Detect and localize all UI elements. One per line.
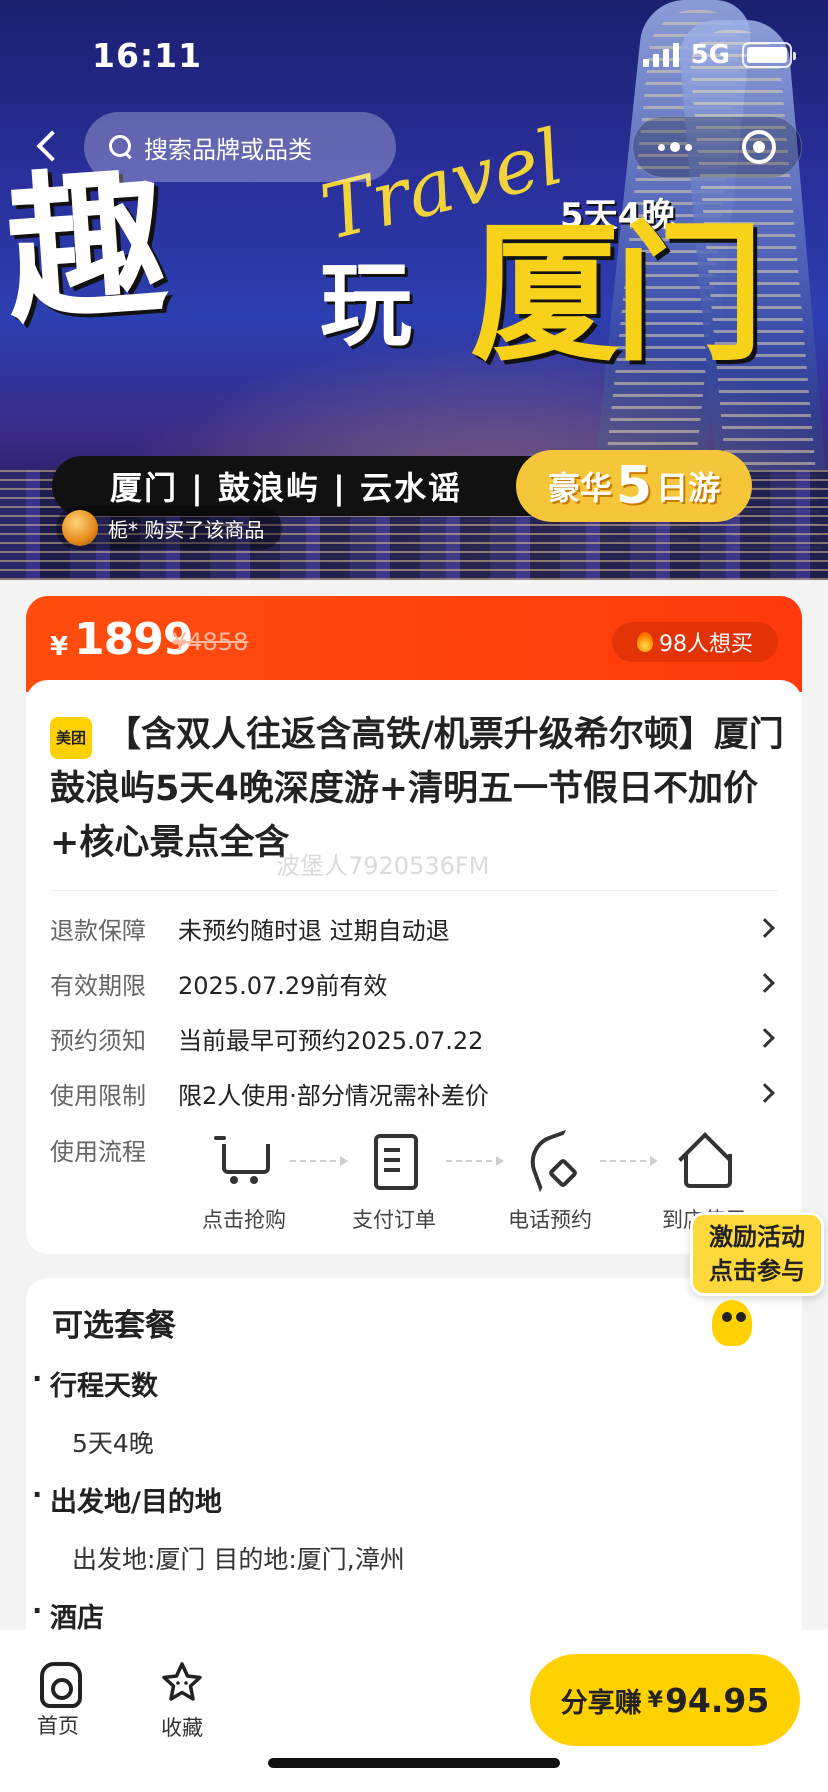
info-label: 有效期限: [50, 971, 146, 1000]
share-earn-button[interactable]: 分享赚 ¥ 94.95: [530, 1654, 800, 1746]
flow-step-text: 电话预约: [508, 1208, 592, 1232]
banner-route: 厦门 | 鼓浪屿 | 云水谣: [110, 469, 462, 507]
want-count: 98人想买: [659, 632, 753, 657]
recent-buyer-pill: 栀* 购买了该商品: [56, 506, 283, 550]
info-row-booking[interactable]: 预约须知 当前最早可预约2025.07.22: [50, 1018, 778, 1058]
signal-icon: [642, 43, 679, 67]
home-tab-icon: [36, 1660, 82, 1708]
price-strip: ¥ 1899 ¥4858 98人想买: [26, 596, 802, 720]
option-value[interactable]: 出发地:厦门 目的地:厦门,漳州: [72, 1540, 405, 1576]
options-title: 可选套餐: [52, 1308, 176, 1344]
avatar: [62, 510, 98, 546]
back-button[interactable]: [18, 116, 78, 176]
search-placeholder: 搜索品牌或品类: [144, 135, 312, 164]
flow-step-pay: 支付订单: [334, 1132, 454, 1234]
info-value: 未预约随时退 过期自动退: [178, 916, 450, 945]
chevron-right-icon: [755, 1028, 775, 1048]
hero-banner[interactable]: Travel 5天4晚 趣 玩 厦门 厦门 | 鼓浪屿 | 云水谣 豪华 5 日…: [0, 0, 828, 580]
share-amount: 94.95: [664, 1680, 770, 1720]
activity-line1: 激励活动: [709, 1223, 805, 1251]
info-row-limit[interactable]: 使用限制 限2人使用·部分情况需补差价: [50, 1073, 778, 1113]
want-count-badge: 98人想买: [612, 622, 778, 662]
tab-favorite[interactable]: 收藏: [142, 1660, 222, 1742]
banner-tour-badge: 豪华 5 日游: [516, 450, 752, 522]
flow-step-text: 点击抢购: [202, 1208, 286, 1232]
badge-post: 日游: [656, 469, 721, 507]
info-label: 退款保障: [50, 916, 146, 945]
bottom-action-bar: 首页 收藏 分享赚 ¥ 94.95: [0, 1630, 828, 1792]
info-value: 限2人使用·部分情况需补差价: [178, 1081, 489, 1110]
flow-label: 使用流程: [50, 1138, 146, 1166]
cart-icon: [214, 1132, 272, 1188]
home-indicator: [268, 1758, 560, 1768]
meituan-logo: 美团: [50, 717, 92, 759]
more-icon[interactable]: [658, 142, 692, 152]
home-icon: [676, 1132, 732, 1188]
search-input[interactable]: 搜索品牌或品类: [84, 112, 396, 182]
info-row-refund[interactable]: 退款保障 未预约随时退 过期自动退: [50, 908, 778, 948]
product-detail-page: Travel 5天4晚 趣 玩 厦门 厦门 | 鼓浪屿 | 云水谣 豪华 5 日…: [0, 0, 828, 1792]
banner-title-b: 玩: [320, 252, 412, 359]
info-label: 预约须知: [50, 1026, 146, 1055]
chevron-right-icon: [755, 1083, 775, 1103]
fire-icon: [637, 632, 653, 652]
search-icon: [108, 134, 134, 160]
chevron-right-icon: [755, 918, 775, 938]
back-arrow-icon: [36, 130, 68, 162]
share-label: 分享赚: [560, 1687, 642, 1719]
product-title-text: 【含双人往返含高铁/机票升级希尔顿】厦门鼓浪屿5天4晚深度游+清明五一节假日不加…: [50, 715, 784, 863]
status-time: 16:11: [92, 36, 203, 75]
share-currency: ¥: [647, 1687, 663, 1713]
tab-home[interactable]: 首页: [18, 1660, 98, 1740]
banner-title-a: 趣: [0, 148, 167, 347]
original-price: ¥4858: [172, 628, 249, 656]
mini-program-capsule: [632, 116, 802, 178]
badge-num: 5: [615, 456, 653, 516]
package-options-card: 可选套餐 行程天数 5天4晚 出发地/目的地 出发地:厦门 目的地:厦门,漳州 …: [26, 1278, 802, 1638]
star-icon: [159, 1660, 205, 1706]
battery-icon: [742, 42, 796, 68]
badge-pre: 豪华: [547, 469, 612, 507]
info-value: 当前最早可预约2025.07.22: [178, 1026, 484, 1055]
banner-title-c: 厦门: [470, 208, 764, 382]
recent-buyer-text: 栀* 购买了该商品: [108, 517, 265, 542]
option-group-head: 行程天数: [32, 1364, 158, 1403]
price-currency: ¥: [50, 632, 69, 662]
chevron-right-icon: [755, 973, 775, 993]
flow-step-call: 电话预约: [490, 1132, 610, 1234]
activity-line2: 点击参与: [709, 1257, 805, 1285]
nav-bar: 搜索品牌或品类: [0, 108, 828, 184]
status-indicators: 5G: [642, 40, 796, 70]
status-bar: 16:11 5G: [0, 0, 828, 100]
close-target-icon[interactable]: [742, 130, 776, 164]
option-value[interactable]: 5天4晚: [72, 1424, 154, 1460]
flow-step-buy: 点击抢购: [184, 1132, 304, 1234]
watermark: 波堡人7920536FM: [276, 852, 490, 880]
info-row-validity[interactable]: 有效期限 2025.07.29前有效: [50, 963, 778, 1003]
activity-badge[interactable]: 激励活动 点击参与: [690, 1212, 824, 1296]
document-icon: [366, 1132, 422, 1190]
tab-home-label: 首页: [37, 1714, 79, 1738]
phone-icon: [522, 1132, 578, 1188]
tab-favorite-label: 收藏: [161, 1716, 203, 1740]
info-label: 使用限制: [50, 1081, 146, 1110]
network-label: 5G: [690, 40, 730, 70]
divider: [50, 890, 778, 891]
mascot-icon[interactable]: [706, 1294, 766, 1348]
option-group-head: 出发地/目的地: [32, 1480, 222, 1519]
product-info-card: ¥ 1899 ¥4858 98人想买 美团 【含双人往返含高铁/机票升级希尔顿】厦…: [26, 596, 802, 1254]
flow-step-text: 支付订单: [352, 1208, 436, 1232]
info-value: 2025.07.29前有效: [178, 971, 388, 1000]
